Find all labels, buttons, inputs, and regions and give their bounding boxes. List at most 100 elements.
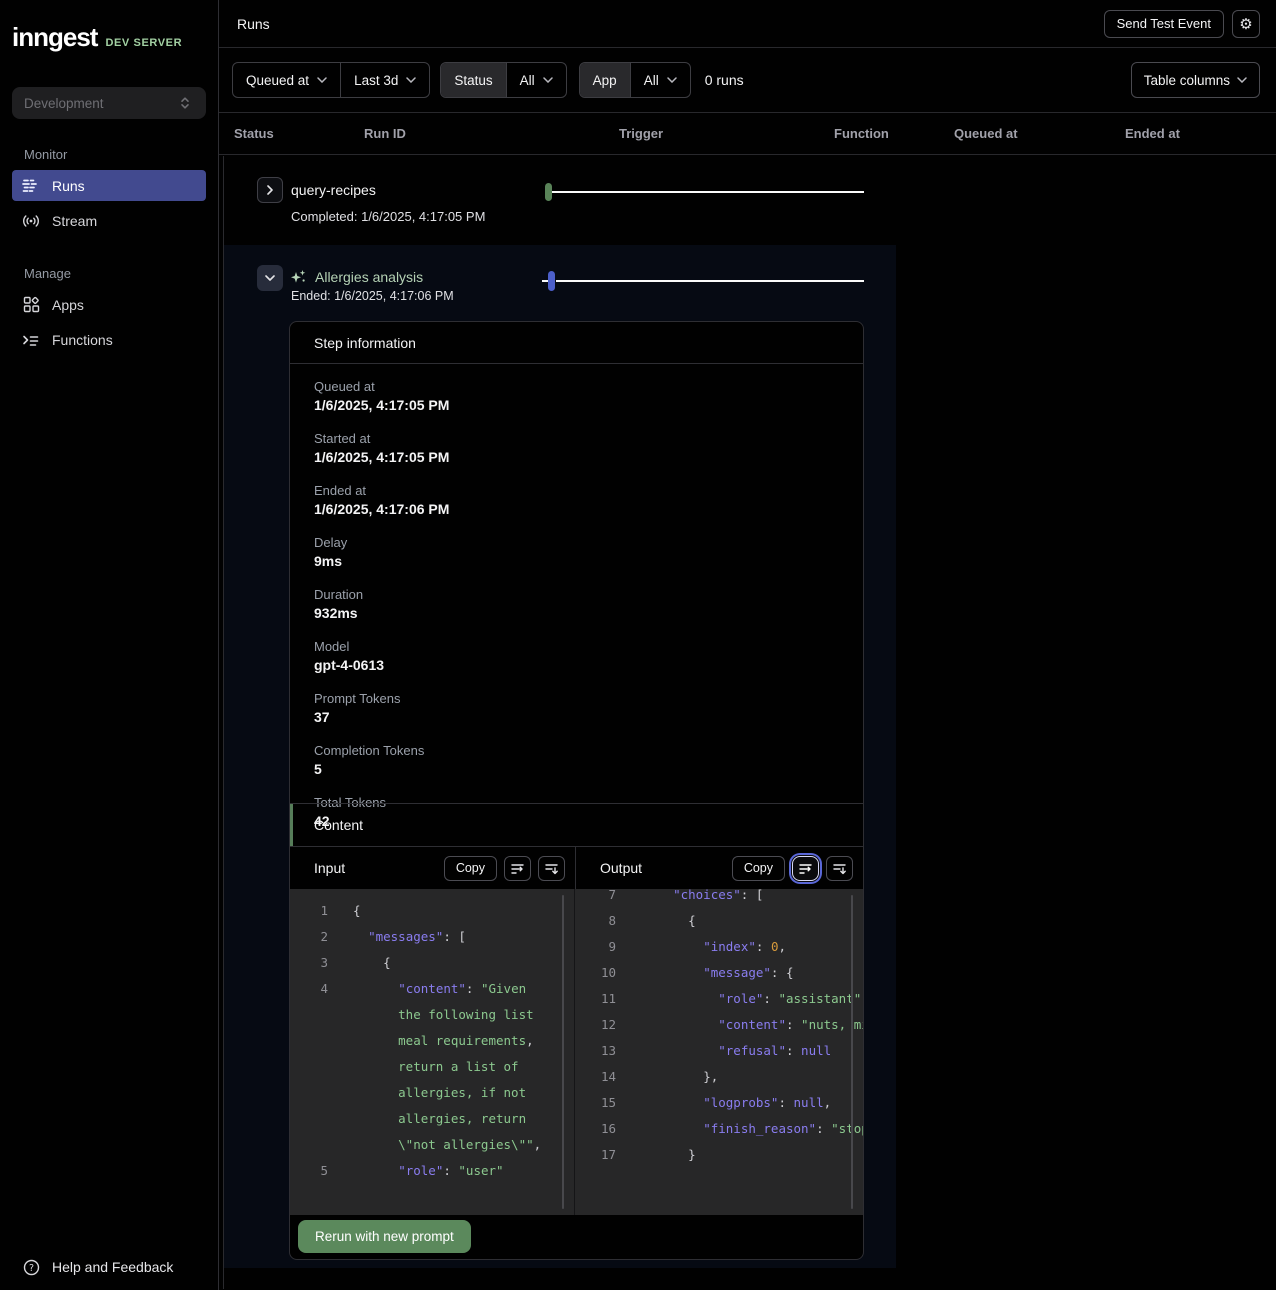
page-title: Runs xyxy=(237,16,270,32)
column-header-queued-at: Queued at xyxy=(954,126,1018,141)
column-header-trigger: Trigger xyxy=(619,126,663,141)
scroll-bottom-button[interactable] xyxy=(826,856,853,881)
column-header-run-id: Run ID xyxy=(364,126,406,141)
settings-button[interactable]: ⚙ xyxy=(1232,10,1260,38)
logo-row: inngest DEV SERVER xyxy=(0,0,218,53)
chevron-down-icon xyxy=(406,77,416,83)
time-range-value: Last 3d xyxy=(354,73,398,88)
sidebar-item-apps[interactable]: Apps xyxy=(12,289,206,320)
topbar: Runs Send Test Event ⚙ xyxy=(219,0,1276,48)
field-prompt-tokens: Prompt Tokens37 xyxy=(314,691,839,725)
workspace-select[interactable]: Development xyxy=(12,87,206,119)
run-status-line: Ended: 1/6/2025, 4:17:06 PM xyxy=(291,289,454,303)
app-filter-dropdown[interactable]: All xyxy=(630,63,690,97)
content-header: Content xyxy=(290,803,863,847)
sidebar-item-functions[interactable]: Functions xyxy=(12,324,206,355)
sidebar-item-label: Apps xyxy=(52,297,84,313)
word-wrap-button-active[interactable] xyxy=(792,856,819,881)
time-filter-group: Queued at Last 3d xyxy=(232,62,430,98)
column-header-status: Status xyxy=(234,126,274,141)
sidebar-section-manage: Manage xyxy=(24,266,218,281)
output-label: Output xyxy=(600,860,642,876)
run-name[interactable]: Allergies analysis xyxy=(315,269,423,285)
word-wrap-icon xyxy=(798,861,813,876)
timeline-marker xyxy=(548,271,555,291)
io-header: Input Copy xyxy=(290,847,863,889)
chevron-down-icon xyxy=(1237,77,1247,83)
broadcast-icon xyxy=(22,212,40,230)
run-name[interactable]: query-recipes xyxy=(291,182,376,198)
word-wrap-button[interactable] xyxy=(504,856,531,881)
dev-server-badge: DEV SERVER xyxy=(105,37,182,49)
sidebar: inngest DEV SERVER Development Monitor R… xyxy=(0,0,219,1290)
workspace-select-value: Development xyxy=(24,96,104,111)
send-test-event-button[interactable]: Send Test Event xyxy=(1104,10,1224,38)
status-filter-dropdown[interactable]: All xyxy=(506,63,566,97)
sidebar-item-label: Functions xyxy=(52,332,113,348)
inngest-logo: inngest xyxy=(12,22,97,53)
collapse-row-button[interactable] xyxy=(257,265,283,291)
runs-table-body: query-recipes Completed: 1/6/2025, 4:17:… xyxy=(219,155,1276,1289)
table-header: Status Run ID Trigger Function Queued at… xyxy=(219,112,1276,155)
column-header-function: Function xyxy=(834,126,889,141)
scroll-bottom-icon xyxy=(544,861,559,876)
time-field-dropdown[interactable]: Queued at xyxy=(233,63,340,97)
copy-output-button[interactable]: Copy xyxy=(732,856,785,881)
time-range-dropdown[interactable]: Last 3d xyxy=(340,63,429,97)
time-field-value: Queued at xyxy=(246,73,309,88)
runs-count: 0 runs xyxy=(705,72,744,88)
svg-text:?: ? xyxy=(28,1263,33,1274)
timeline-bar xyxy=(552,191,864,193)
chevron-right-icon xyxy=(267,185,273,195)
output-pane-header: Output Copy xyxy=(575,847,863,889)
app-root: inngest DEV SERVER Development Monitor R… xyxy=(0,0,1276,1290)
timeline-marker xyxy=(545,183,552,201)
code-panes: 1{2 "messages": [3 {4 "content": "Given … xyxy=(290,889,863,1215)
sidebar-item-runs[interactable]: Runs xyxy=(12,170,206,201)
status-filter-group: Status All xyxy=(440,62,566,98)
scroll-bottom-button[interactable] xyxy=(538,856,565,881)
step-details-card: Step information Queued at1/6/2025, 4:17… xyxy=(289,321,864,1260)
chevron-down-icon xyxy=(543,77,553,83)
chevron-updown-icon xyxy=(176,94,194,112)
sidebar-item-label: Runs xyxy=(52,178,85,194)
column-header-ended-at: Ended at xyxy=(1125,126,1180,141)
runs-list-icon xyxy=(22,177,40,195)
word-wrap-icon xyxy=(510,861,525,876)
input-code-editor[interactable]: 1{2 "messages": [3 {4 "content": "Given … xyxy=(290,889,574,1215)
timeline-bar xyxy=(556,280,864,282)
apps-grid-icon xyxy=(22,296,40,314)
output-code-editor[interactable]: 7 "choices": [8 {9 "index": 0,10 "messag… xyxy=(575,889,863,1215)
run-status-line: Completed: 1/6/2025, 4:17:05 PM xyxy=(291,209,485,224)
table-columns-button[interactable]: Table columns xyxy=(1131,62,1260,98)
app-filter-group: App All xyxy=(579,62,691,98)
ai-sparkle-icon xyxy=(290,269,307,285)
table-row-expanded: Allergies analysis Ended: 1/6/2025, 4:17… xyxy=(224,245,896,1268)
help-circle-icon: ? xyxy=(22,1258,40,1276)
field-started-at: Started at1/6/2025, 4:17:05 PM xyxy=(314,431,839,465)
table-row: query-recipes Completed: 1/6/2025, 4:17:… xyxy=(219,155,1276,245)
field-delay: Delay9ms xyxy=(314,535,839,569)
help-and-feedback[interactable]: ? Help and Feedback xyxy=(0,1258,185,1276)
field-queued-at: Queued at1/6/2025, 4:17:05 PM xyxy=(314,379,839,413)
rerun-with-new-prompt-button[interactable]: Rerun with new prompt xyxy=(298,1220,471,1253)
field-model: Modelgpt-4-0613 xyxy=(314,639,839,673)
sidebar-section-monitor: Monitor xyxy=(24,147,218,162)
step-information-header: Step information xyxy=(290,322,863,364)
filter-bar: Queued at Last 3d Status All App All xyxy=(219,48,1276,112)
app-filter-value: All xyxy=(644,73,659,88)
status-filter-label: Status xyxy=(441,63,505,97)
copy-input-button[interactable]: Copy xyxy=(444,856,497,881)
sidebar-item-label: Stream xyxy=(52,213,97,229)
sidebar-item-stream[interactable]: Stream xyxy=(12,205,206,236)
input-label: Input xyxy=(314,860,345,876)
help-label: Help and Feedback xyxy=(52,1259,173,1275)
scroll-bottom-icon xyxy=(832,861,847,876)
gear-icon: ⚙ xyxy=(1239,15,1252,33)
app-filter-label: App xyxy=(580,63,630,97)
expand-row-button[interactable] xyxy=(257,177,283,203)
field-completion-tokens: Completion Tokens5 xyxy=(314,743,839,777)
chevron-down-icon xyxy=(265,275,275,281)
step-info-fields: Queued at1/6/2025, 4:17:05 PM Started at… xyxy=(290,364,863,803)
field-ended-at: Ended at1/6/2025, 4:17:06 PM xyxy=(314,483,839,517)
